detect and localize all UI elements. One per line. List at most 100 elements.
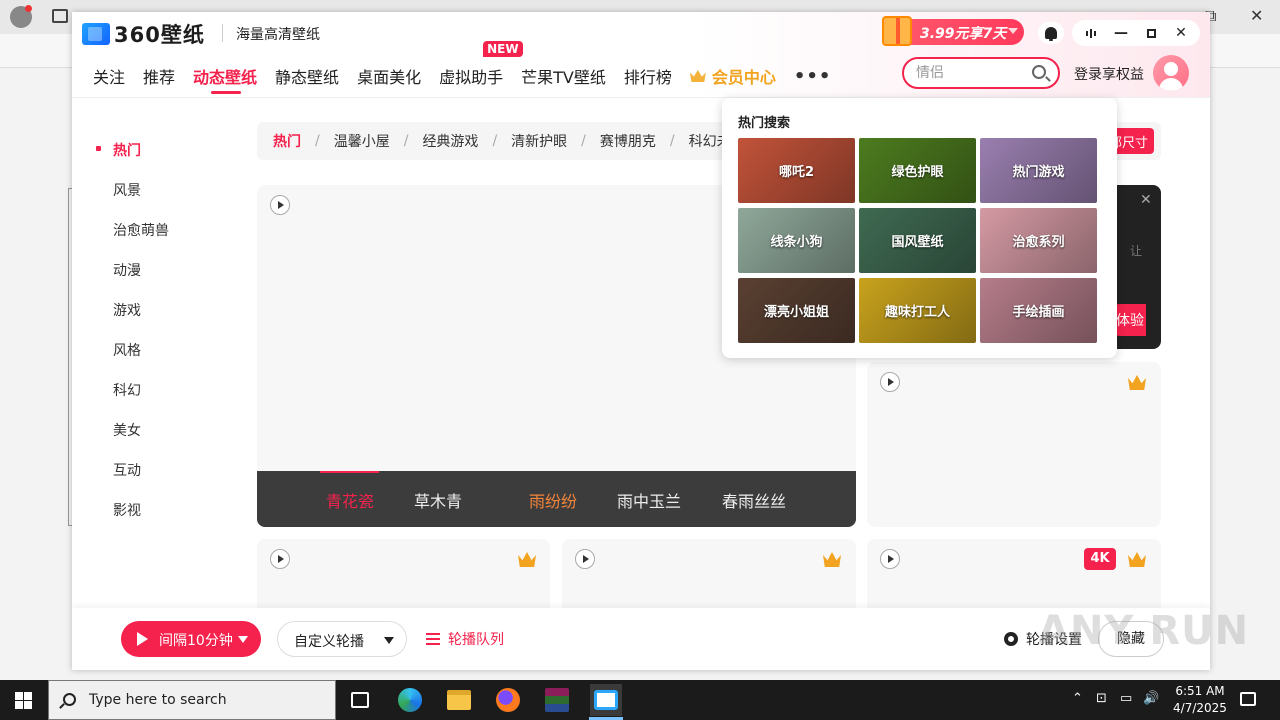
play-icon[interactable]: [880, 549, 900, 569]
hot-search-tile[interactable]: 绿色护眼: [859, 138, 976, 203]
tile-label: 线条小狗: [770, 235, 823, 250]
app-logo[interactable]: 360壁纸: [82, 20, 205, 48]
volume-icon[interactable]: 🔊: [1143, 691, 1159, 706]
nav-item-follow[interactable]: 关注: [93, 64, 125, 88]
sidebar-item-film[interactable]: 影视: [113, 500, 141, 520]
taskbar-clock[interactable]: 6:51 AM 4/7/2025: [1160, 683, 1240, 717]
taskbar-search-box[interactable]: Type here to search: [48, 680, 336, 720]
tag-eye-care[interactable]: 清新护眼: [511, 131, 567, 151]
wallpaper-card[interactable]: [562, 539, 856, 619]
tag-separator: /: [492, 133, 498, 149]
card-close-icon[interactable]: ✕: [1140, 192, 1152, 208]
tile-label: 手绘插画: [1012, 305, 1065, 320]
notification-bell[interactable]: [1038, 22, 1064, 44]
hot-search-tile[interactable]: 漂亮小姐姐: [738, 278, 855, 343]
sidebar-item-anime[interactable]: 动漫: [113, 260, 141, 280]
tag-classic-games[interactable]: 经典游戏: [422, 131, 478, 151]
clock-date: 4/7/2025: [1173, 701, 1227, 715]
custom-carousel-label: 自定义轮播: [294, 634, 364, 650]
profile-icon[interactable]: [10, 5, 32, 28]
sidebar-item-style[interactable]: 风格: [113, 340, 141, 360]
play-icon[interactable]: [270, 549, 290, 569]
firefox-taskbar-button[interactable]: [492, 684, 524, 716]
nav-item-recommend[interactable]: 推荐: [143, 64, 175, 88]
explorer-taskbar-button[interactable]: [443, 684, 475, 716]
search-icon[interactable]: [1032, 65, 1046, 79]
nav-item-vip-center[interactable]: 会员中心: [689, 64, 776, 88]
hot-search-tile[interactable]: 手绘插画: [980, 278, 1097, 343]
display-icon[interactable]: ▭: [1120, 691, 1132, 706]
wallpaper-card[interactable]: 4K: [867, 539, 1161, 619]
sidebar-item-hot[interactable]: 热门: [113, 140, 141, 160]
variant-qinghuaci[interactable]: 青花瓷: [326, 488, 374, 512]
taskbar-search-placeholder: Type here to search: [89, 692, 227, 708]
task-view-button[interactable]: [344, 684, 376, 716]
login-link[interactable]: 登录享权益: [1074, 64, 1144, 84]
sidebar-item-interactive[interactable]: 互动: [113, 460, 141, 480]
wallpaper-card[interactable]: [257, 539, 550, 619]
tray-chevron-up-icon[interactable]: ⌃: [1072, 691, 1083, 706]
promo-banner[interactable]: 3.99元享7天: [882, 16, 1024, 46]
tile-label: 热门游戏: [1012, 165, 1065, 180]
browser-close-icon[interactable]: ✕: [1250, 6, 1263, 25]
maximize-button[interactable]: [1138, 22, 1164, 44]
sidebar-item-scenery[interactable]: 风景: [113, 180, 141, 200]
promo-text: 3.99元享7天: [920, 26, 1007, 42]
avatar[interactable]: [1153, 55, 1189, 91]
tag-cyberpunk[interactable]: 赛博朋克: [600, 131, 656, 151]
tag-separator: /: [581, 133, 586, 149]
wallpaper-card[interactable]: [867, 362, 1161, 527]
hot-search-tile[interactable]: 治愈系列: [980, 208, 1097, 273]
sidebar-item-games[interactable]: 游戏: [113, 300, 141, 320]
nav-item-virtual-assistant[interactable]: 虚拟助手 NEW: [439, 41, 523, 88]
play-icon[interactable]: [880, 372, 900, 392]
hot-search-tile[interactable]: 国风壁纸: [859, 208, 976, 273]
wallpaper-app-taskbar-button[interactable]: [590, 684, 622, 716]
vip-center-label: 会员中心: [711, 68, 776, 87]
sidebar-item-scifi[interactable]: 科幻: [113, 380, 141, 400]
nav-item-dynamic-wallpaper[interactable]: 动态壁纸: [193, 64, 257, 94]
gear-icon: [1004, 632, 1018, 646]
variant-chunyusisi[interactable]: 春雨丝丝: [722, 488, 786, 512]
vip-crown-icon: [823, 552, 841, 567]
windows-start-icon[interactable]: [15, 692, 32, 709]
tag-cozy-home[interactable]: 温馨小屋: [334, 131, 390, 151]
window-controls: — ✕: [1072, 20, 1200, 46]
interval-button[interactable]: 间隔10分钟: [121, 621, 261, 657]
network-icon[interactable]: ⊡: [1096, 691, 1107, 706]
notification-center-icon[interactable]: [1240, 692, 1256, 706]
more-menu-icon[interactable]: •••: [794, 66, 832, 87]
play-icon[interactable]: [575, 549, 595, 569]
feedback-button[interactable]: [1078, 22, 1104, 44]
hot-search-tile[interactable]: 热门游戏: [980, 138, 1097, 203]
hot-search-tile[interactable]: 趣味打工人: [859, 278, 976, 343]
tile-label: 哪吒2: [778, 165, 815, 180]
variant-caomuqing[interactable]: 草木青: [414, 488, 462, 512]
variant-yufenfen[interactable]: 雨纷纷: [529, 488, 577, 512]
custom-carousel-select[interactable]: 自定义轮播: [277, 621, 407, 657]
nav-item-ranking[interactable]: 排行榜: [624, 64, 672, 88]
nav-item-mango-tv[interactable]: 芒果TV壁纸: [521, 64, 606, 88]
nav-item-static-wallpaper[interactable]: 静态壁纸: [275, 64, 339, 88]
task-view-icon: [351, 692, 369, 708]
hot-search-tile[interactable]: 哪吒2: [738, 138, 855, 203]
minimize-button[interactable]: —: [1108, 22, 1134, 44]
list-icon: [426, 633, 440, 645]
hot-search-tile[interactable]: 线条小狗: [738, 208, 855, 273]
variant-yuzhongyulan[interactable]: 雨中玉兰: [617, 488, 681, 512]
tab-actions-icon[interactable]: [52, 9, 68, 23]
tile-label: 治愈系列: [1012, 235, 1065, 250]
sidebar-item-cute-pets[interactable]: 治愈萌兽: [113, 220, 169, 240]
winrar-taskbar-button[interactable]: [541, 684, 573, 716]
close-button[interactable]: ✕: [1168, 22, 1194, 44]
app-slogan: 海量高清壁纸: [236, 27, 320, 43]
edge-taskbar-button[interactable]: [394, 684, 426, 716]
search-input[interactable]: [916, 65, 1026, 81]
carousel-queue-link[interactable]: 轮播队列: [426, 629, 504, 649]
play-icon[interactable]: [270, 195, 290, 215]
main-nav: 关注 推荐 动态壁纸 静态壁纸 桌面美化 虚拟助手 NEW 芒果TV壁纸 排行榜…: [93, 41, 832, 94]
sidebar-item-beauty[interactable]: 美女: [113, 420, 141, 440]
firefox-icon: [496, 688, 520, 712]
tag-hot[interactable]: 热门: [273, 131, 301, 151]
nav-item-desktop-beautify[interactable]: 桌面美化: [357, 64, 421, 88]
